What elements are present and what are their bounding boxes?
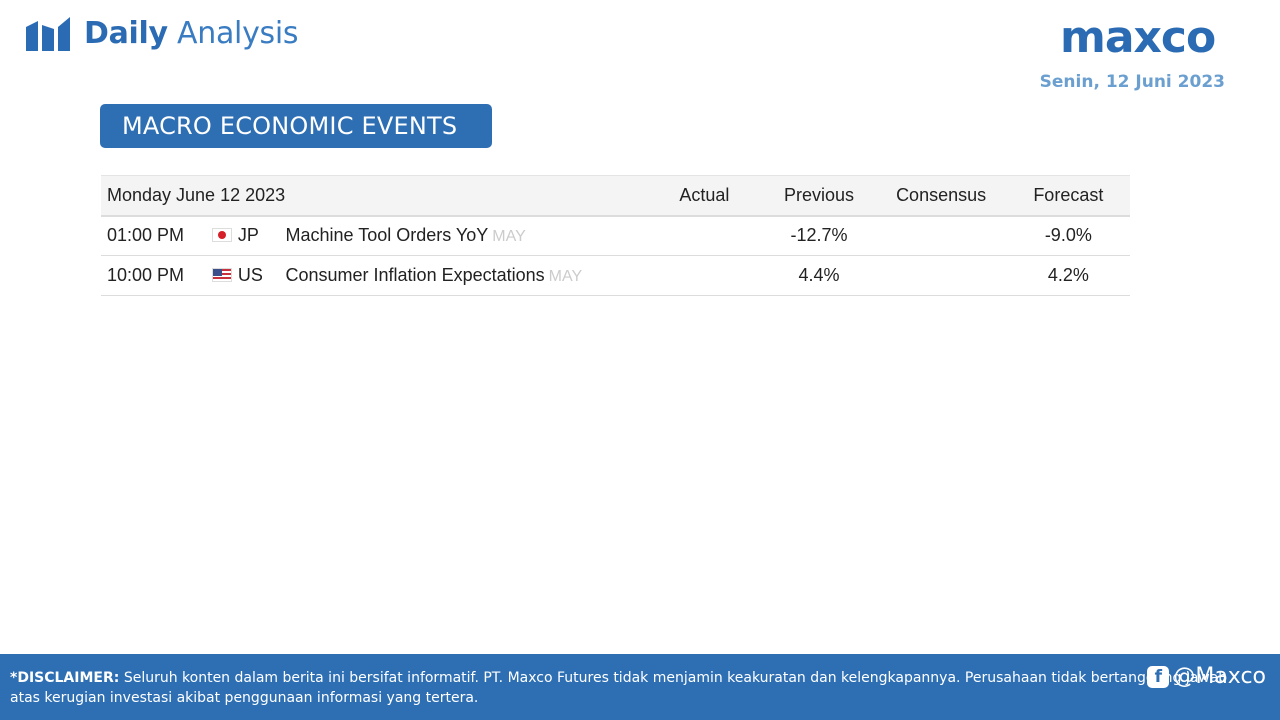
brand-title: Daily Analysis bbox=[84, 15, 299, 51]
previous-header: Previous bbox=[762, 175, 876, 217]
disclaimer-text: *DISCLAIMER: Seluruh konten dalam berita… bbox=[10, 668, 1230, 708]
report-date: Senin, 12 Juni 2023 bbox=[1039, 72, 1225, 92]
brand-header: Daily Analysis bbox=[26, 15, 299, 51]
event-period: MAY bbox=[492, 228, 526, 246]
actual-header: Actual bbox=[646, 175, 763, 217]
maxco-logo: maxco bbox=[1060, 12, 1216, 63]
previous-value: 4.4% bbox=[762, 255, 876, 296]
event-period: MAY bbox=[548, 268, 583, 285]
us-flag-icon bbox=[211, 268, 232, 282]
event-name-cell: Consumer Inflation Expectations MAY bbox=[285, 255, 647, 296]
japan-flag-icon bbox=[211, 228, 232, 243]
actual-value bbox=[646, 255, 763, 296]
social-link[interactable]: f @Maxco bbox=[1147, 664, 1266, 689]
country-code: US bbox=[237, 265, 263, 285]
consensus-header: Consensus bbox=[875, 175, 1007, 217]
table-row: 01:00 PM JP Machine Tool Orders YoY MAY -… bbox=[101, 215, 1130, 256]
forecast-header: Forecast bbox=[1006, 175, 1130, 217]
event-name: Consumer Inflation Expectations bbox=[285, 265, 545, 285]
event-country: US bbox=[211, 255, 286, 296]
bar-chart-logo-icon bbox=[26, 17, 70, 51]
event-time: 01:00 PM bbox=[101, 215, 212, 256]
section-title-badge: MACRO ECONOMIC EVENTS bbox=[100, 104, 492, 148]
disclaimer-label: *DISCLAIMER: bbox=[10, 670, 120, 686]
day-header: Monday June 12 2023 bbox=[101, 175, 647, 217]
consensus-value bbox=[875, 255, 1007, 296]
event-name-cell: Machine Tool Orders YoY MAY bbox=[285, 215, 647, 256]
event-time: 10:00 PM bbox=[101, 255, 212, 296]
table-header-row: Monday June 12 2023 Actual Previous Cons… bbox=[101, 175, 1130, 217]
consensus-value bbox=[875, 215, 1007, 256]
social-handle: @Maxco bbox=[1173, 664, 1266, 689]
country-code: JP bbox=[237, 225, 259, 246]
actual-value bbox=[646, 215, 763, 256]
table-row: 10:00 PM US Consumer Inflation Expectati… bbox=[101, 255, 1130, 296]
forecast-value: -9.0% bbox=[1006, 215, 1130, 256]
brand-title-bold: Daily bbox=[84, 15, 168, 51]
facebook-icon: f bbox=[1147, 665, 1170, 688]
event-name: Machine Tool Orders YoY bbox=[285, 225, 489, 246]
previous-value: -12.7% bbox=[762, 215, 876, 256]
event-country: JP bbox=[211, 215, 286, 256]
section-title: MACRO ECONOMIC EVENTS bbox=[122, 112, 458, 140]
forecast-value: 4.2% bbox=[1006, 255, 1130, 296]
disclaimer-body: Seluruh konten dalam berita ini bersifat… bbox=[10, 670, 1228, 706]
brand-title-light: Analysis bbox=[177, 15, 299, 51]
economic-calendar-table: Monday June 12 2023 Actual Previous Cons… bbox=[101, 175, 1130, 296]
disclaimer-footer: *DISCLAIMER: Seluruh konten dalam berita… bbox=[0, 654, 1280, 720]
